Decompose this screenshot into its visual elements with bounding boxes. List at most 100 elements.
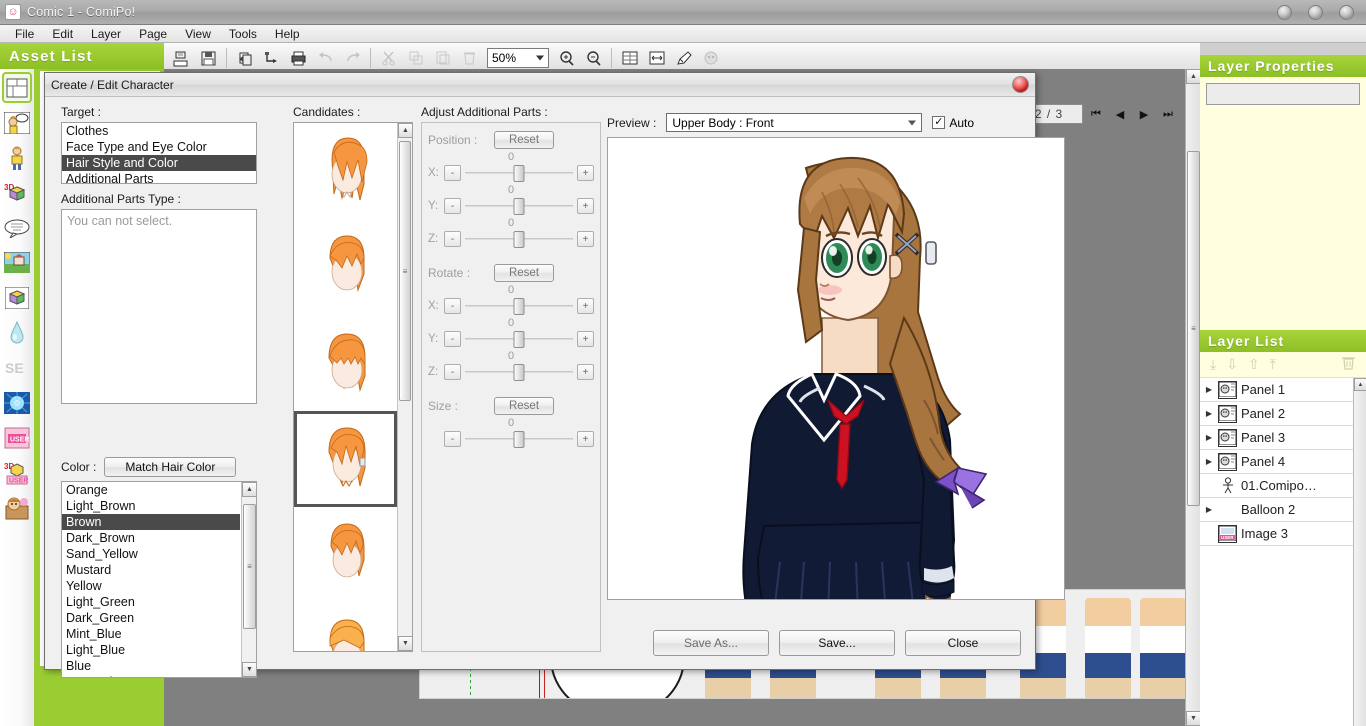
color-item-sand-yellow[interactable]: Sand_Yellow: [62, 546, 240, 562]
candidates-scroll-down-icon[interactable]: ▼: [398, 636, 413, 651]
match-hair-color-button[interactable]: Match Hair Color: [104, 457, 236, 477]
position-y-plus-button[interactable]: +: [577, 198, 594, 214]
candidate-hair-style-4[interactable]: [294, 411, 397, 507]
send-backward-icon[interactable]: ⇩: [1226, 356, 1238, 373]
bring-to-front-icon[interactable]: ⤒: [1270, 356, 1276, 373]
color-item-light-brown[interactable]: Light_Brown: [62, 498, 240, 514]
rotate-x-slider-knob[interactable]: [514, 298, 525, 315]
candidates-listbox[interactable]: ▲ ≡ ▼: [293, 122, 413, 652]
rotate-z-slider[interactable]: [465, 364, 573, 380]
color-item-brown[interactable]: Brown: [62, 514, 240, 530]
rotate-x-slider[interactable]: [465, 298, 573, 314]
target-item-hair-style[interactable]: Hair Style and Color: [62, 155, 256, 171]
new-page-icon[interactable]: [231, 45, 258, 71]
candidates-scroll-up-icon[interactable]: ▲: [398, 123, 413, 138]
position-y-minus-button[interactable]: -: [444, 198, 461, 214]
layer-list-scrollbar[interactable]: ▲: [1353, 378, 1366, 726]
color-item-dark-green[interactable]: Dark_Green: [62, 610, 240, 626]
layer-row-panel-3[interactable]: ▶ Panel 3: [1200, 426, 1366, 450]
expand-arrow-icon[interactable]: ▶: [1204, 409, 1214, 418]
menu-help[interactable]: Help: [266, 26, 309, 42]
bring-forward-icon[interactable]: ⇧: [1248, 356, 1260, 373]
candidate-hair-style-6[interactable]: [294, 603, 397, 651]
prev-page-icon[interactable]: ◀: [1109, 103, 1131, 125]
item-3d-tool-icon[interactable]: 3D: [2, 177, 32, 208]
layer-properties-field[interactable]: [1206, 83, 1360, 105]
layer-row-balloon-2[interactable]: ▶ Balloon 2: [1200, 498, 1366, 522]
size-reset-button[interactable]: Reset: [494, 397, 554, 415]
position-x-plus-button[interactable]: +: [577, 165, 594, 181]
position-y-slider-knob[interactable]: [514, 198, 525, 215]
color-item-navy-blue[interactable]: Navy_Blue: [62, 674, 240, 678]
color-item-mint-blue[interactable]: Mint_Blue: [62, 626, 240, 642]
auto-checkbox-wrap[interactable]: ✓ Auto: [932, 116, 974, 130]
scroll-up-icon[interactable]: ▲: [1186, 69, 1201, 84]
color-scroll-thumb[interactable]: ≡: [243, 504, 256, 629]
color-scroll-up-icon[interactable]: ▲: [242, 482, 257, 497]
position-z-slider-knob[interactable]: [514, 231, 525, 248]
minimize-button[interactable]: [1277, 5, 1292, 20]
panel-tool-icon[interactable]: [2, 72, 32, 103]
zoom-out-icon[interactable]: [580, 45, 607, 71]
save-file-icon[interactable]: [195, 45, 222, 71]
character-tool-icon[interactable]: [2, 142, 32, 173]
layer-row-panel-4[interactable]: ▶ Panel 4: [1200, 450, 1366, 474]
position-y-slider[interactable]: [465, 198, 573, 214]
size-slider[interactable]: [465, 431, 573, 447]
delete-layer-icon[interactable]: [1341, 355, 1356, 375]
rotate-y-minus-button[interactable]: -: [444, 331, 461, 347]
open-file-icon[interactable]: [168, 45, 195, 71]
size-plus-button[interactable]: +: [577, 431, 594, 447]
pen-tool-icon[interactable]: [670, 45, 697, 71]
fit-width-icon[interactable]: [643, 45, 670, 71]
color-item-light-green[interactable]: Light_Green: [62, 594, 240, 610]
color-scroll-down-icon[interactable]: ▼: [242, 662, 257, 677]
size-slider-knob[interactable]: [514, 431, 525, 448]
target-item-additional-parts[interactable]: Additional Parts: [62, 171, 256, 184]
position-z-slider[interactable]: [465, 231, 573, 247]
character-preview-canvas[interactable]: [607, 137, 1065, 600]
sound-effect-tool-icon[interactable]: SE: [2, 352, 32, 383]
expand-arrow-icon[interactable]: ▶: [1204, 385, 1214, 394]
zoom-in-icon[interactable]: [553, 45, 580, 71]
asset-list-tab[interactable]: Asset List: [0, 43, 164, 69]
print-icon[interactable]: [285, 45, 312, 71]
rotate-z-slider-knob[interactable]: [514, 364, 525, 381]
menu-view[interactable]: View: [176, 26, 220, 42]
item-tool-icon[interactable]: [2, 282, 32, 313]
expand-arrow-icon[interactable]: ▶: [1204, 433, 1214, 442]
target-item-clothes[interactable]: Clothes: [62, 123, 256, 139]
first-page-icon[interactable]: ⏮: [1085, 103, 1107, 125]
position-x-slider[interactable]: [465, 165, 573, 181]
close-button[interactable]: [1339, 5, 1354, 20]
position-x-minus-button[interactable]: -: [444, 165, 461, 181]
color-item-blue[interactable]: Blue: [62, 658, 240, 674]
rotate-z-plus-button[interactable]: +: [577, 364, 594, 380]
expand-arrow-icon[interactable]: ▶: [1204, 505, 1214, 514]
color-list-scrollbar[interactable]: ▲ ≡ ▼: [241, 482, 256, 677]
rotate-y-plus-button[interactable]: +: [577, 331, 594, 347]
canvas-vertical-scrollbar[interactable]: ▲ ≡ ▼: [1185, 69, 1200, 726]
rotate-y-slider-knob[interactable]: [514, 331, 525, 348]
text-balloon-tool-icon[interactable]: [2, 212, 32, 243]
expand-arrow-icon[interactable]: ▶: [1204, 457, 1214, 466]
user-3d-tool-icon[interactable]: 3DUSER: [2, 457, 32, 488]
layer-scroll-up-icon[interactable]: ▲: [1354, 378, 1366, 391]
position-z-minus-button[interactable]: -: [444, 231, 461, 247]
color-item-yellow[interactable]: Yellow: [62, 578, 240, 594]
preview-view-select[interactable]: Upper Body : Front: [666, 113, 922, 132]
layer-row-panel-1[interactable]: ▶ Panel 1: [1200, 378, 1366, 402]
close-button-dialog[interactable]: Close: [905, 630, 1021, 656]
rotate-reset-button[interactable]: Reset: [494, 264, 554, 282]
menu-layer[interactable]: Layer: [82, 26, 130, 42]
fit-page-icon[interactable]: [616, 45, 643, 71]
color-item-orange[interactable]: Orange: [62, 482, 240, 498]
additional-parts-type-listbox[interactable]: You can not select.: [61, 209, 257, 404]
scroll-thumb[interactable]: ≡: [1187, 151, 1200, 506]
effect-drop-tool-icon[interactable]: [2, 317, 32, 348]
save-button[interactable]: Save...: [779, 630, 895, 656]
send-to-back-icon[interactable]: ⤓: [1210, 356, 1216, 373]
next-page-icon[interactable]: ▶: [1133, 103, 1155, 125]
position-x-slider-knob[interactable]: [514, 165, 525, 182]
maximize-button[interactable]: [1308, 5, 1323, 20]
